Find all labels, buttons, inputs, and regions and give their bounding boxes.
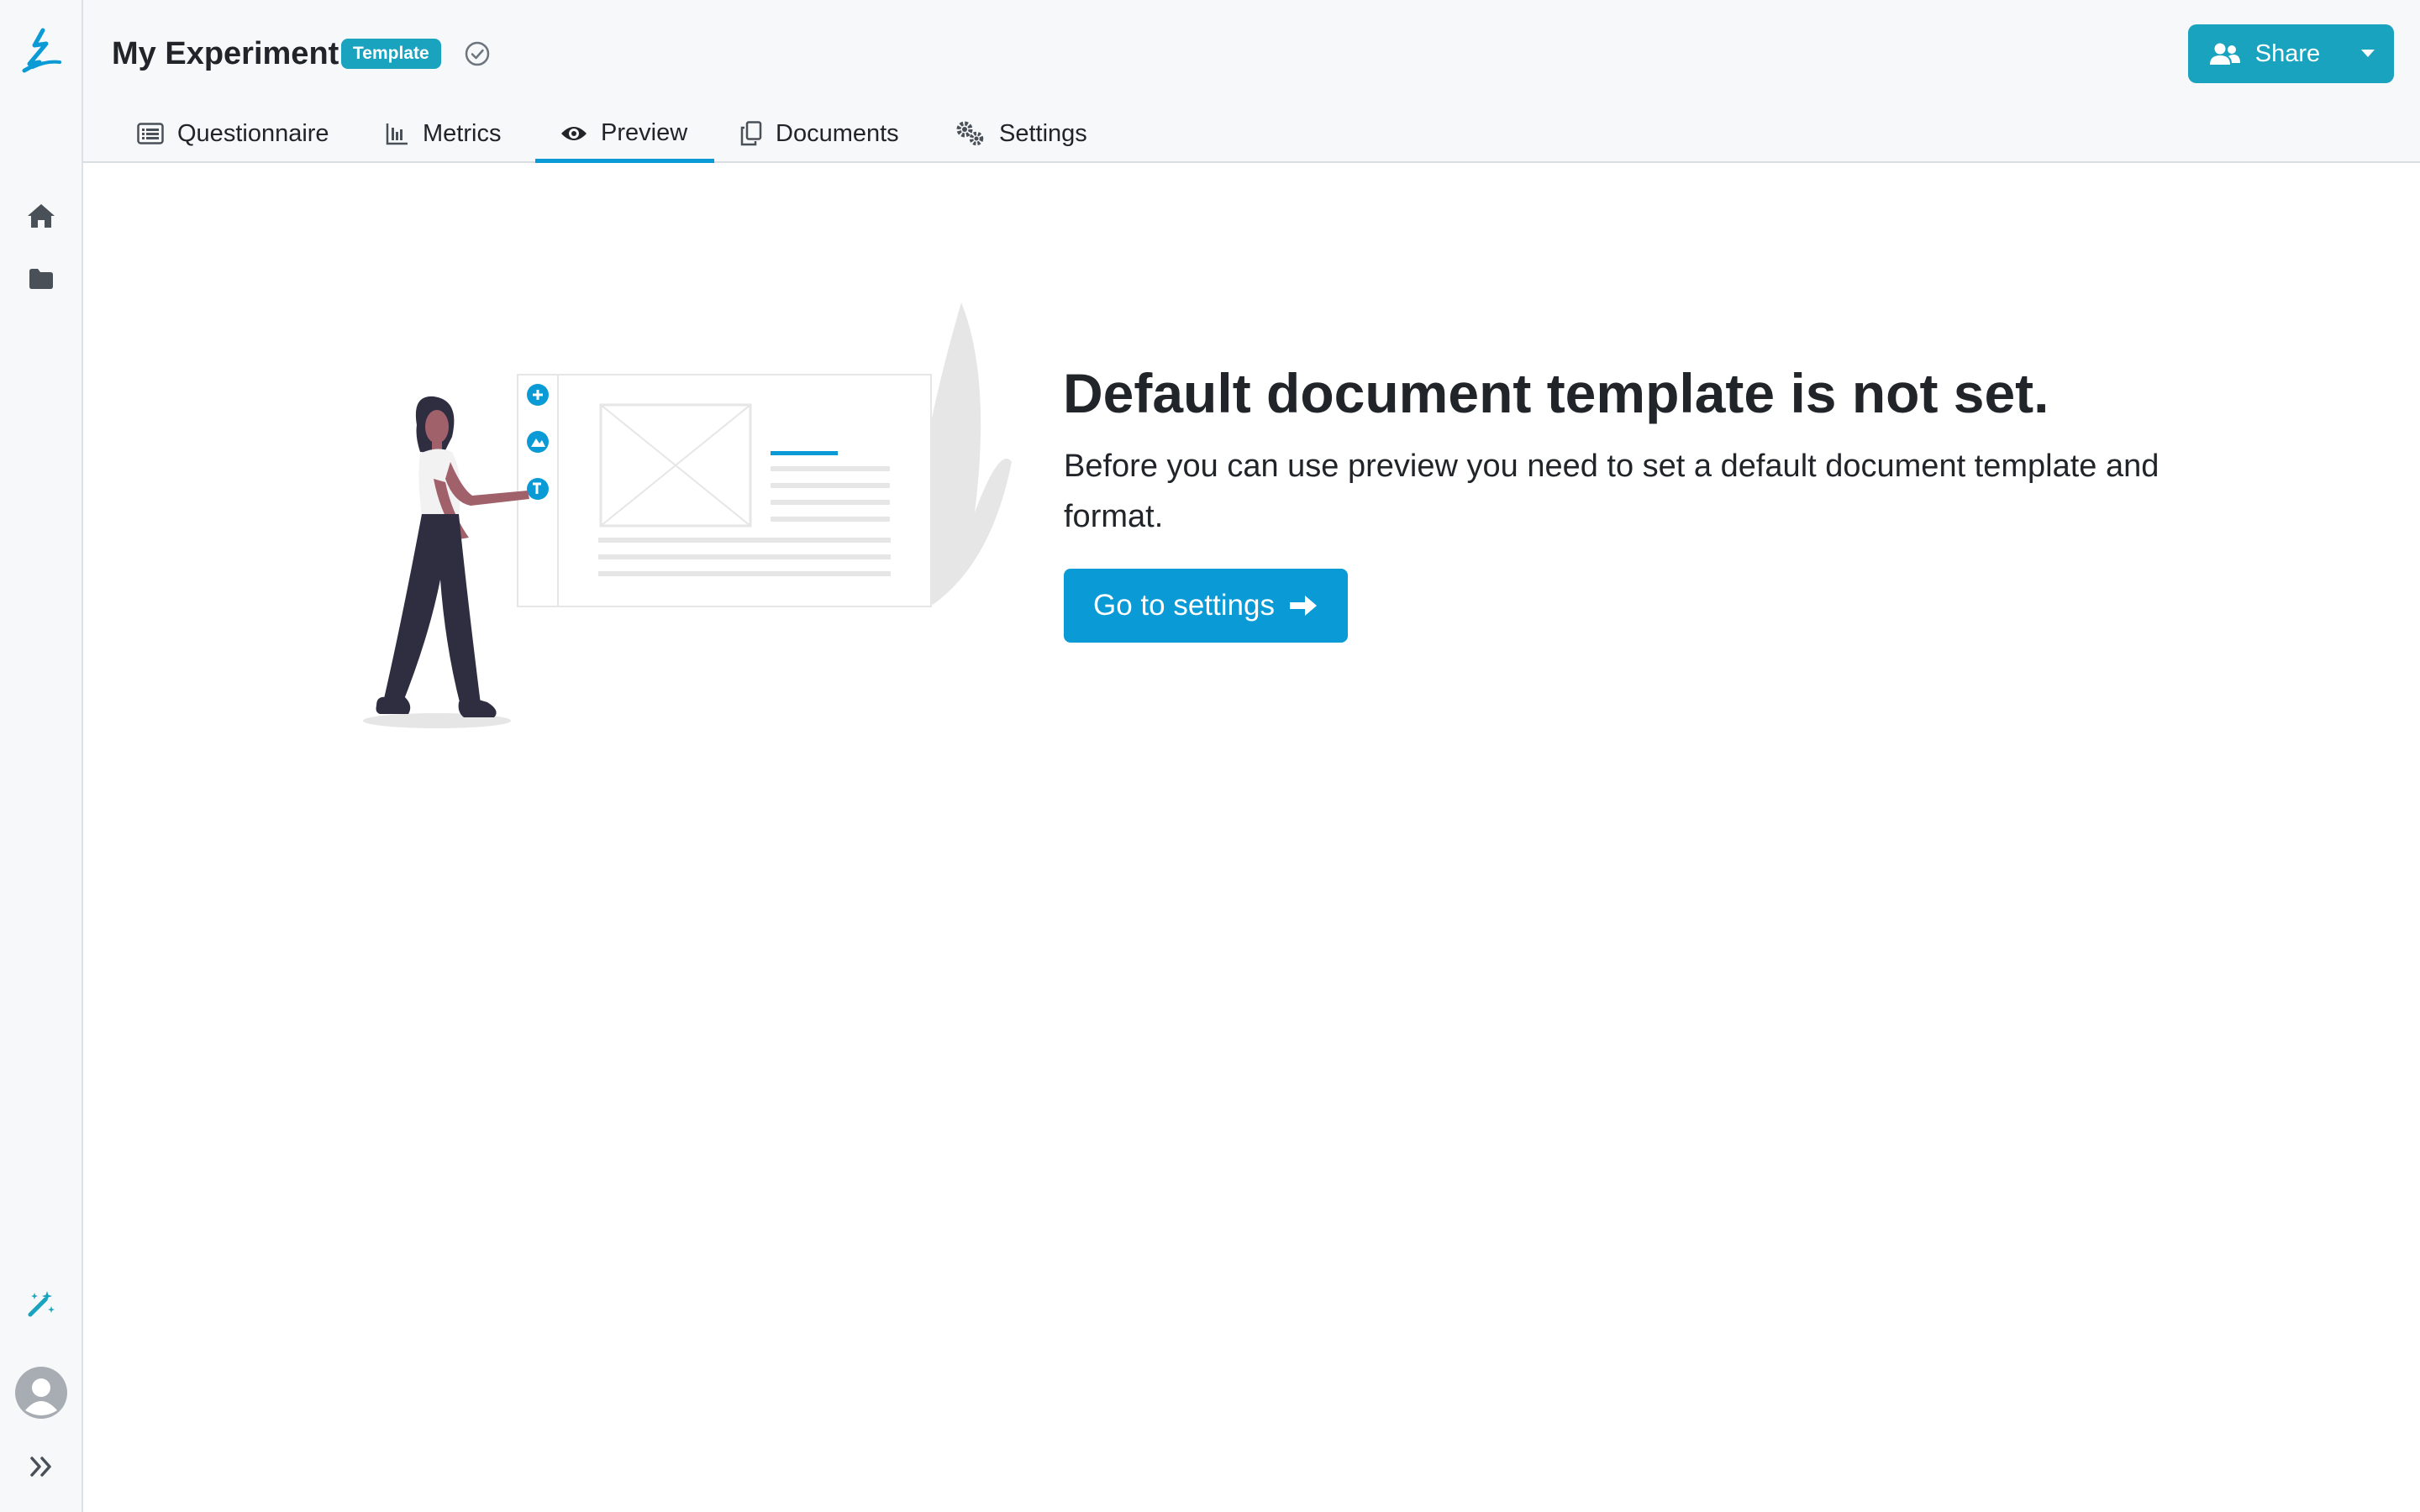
empty-state-illustration — [363, 302, 1012, 728]
list-alt-icon — [137, 123, 164, 144]
home-icon — [27, 204, 55, 228]
left-rail — [0, 0, 83, 1512]
empty-state-message: Before you can use preview you need to s… — [1064, 449, 2160, 534]
project-header: My Experiment Template Share Questionnai… — [83, 0, 2420, 163]
go-to-settings-label: Go to settings — [1093, 589, 1275, 622]
tab-documents[interactable]: Documents — [740, 108, 899, 163]
users-icon — [2209, 43, 2240, 65]
tab-settings[interactable]: Settings — [955, 108, 1087, 163]
tab-preview[interactable]: Preview — [535, 108, 714, 163]
ai-assistant-button[interactable] — [0, 1274, 82, 1333]
project-tabs: Questionnaire Metrics Preview Documents … — [83, 108, 1260, 163]
user-avatar-button[interactable] — [0, 1363, 82, 1422]
logo-icon — [22, 28, 61, 73]
app-logo[interactable] — [0, 21, 82, 80]
arrow-right-icon — [1289, 596, 1317, 616]
chart-icon — [386, 123, 408, 145]
cogs-icon — [956, 121, 984, 146]
expand-sidebar-button[interactable] — [0, 1437, 82, 1496]
go-to-settings-button[interactable]: Go to settings — [1064, 569, 1348, 643]
project-title: My Experiment — [112, 36, 339, 71]
tab-questionnaire[interactable]: Questionnaire — [137, 108, 329, 163]
tab-label: Settings — [999, 119, 1087, 147]
share-button[interactable]: Share — [2188, 24, 2342, 83]
tab-label: Questionnaire — [177, 119, 329, 147]
home-nav[interactable] — [0, 186, 82, 245]
empty-state-heading: Default document template is not set. — [1063, 362, 2049, 424]
magic-wand-icon — [28, 1291, 55, 1317]
tab-label: Documents — [776, 119, 899, 147]
tab-metrics[interactable]: Metrics — [386, 108, 501, 163]
folder-icon — [29, 269, 53, 289]
avatar — [14, 1367, 67, 1419]
projects-nav[interactable] — [0, 249, 82, 308]
copy-icon — [740, 121, 762, 146]
tab-label: Metrics — [423, 119, 502, 147]
check-circle-icon[interactable] — [464, 40, 491, 67]
share-button-group: Share — [2188, 24, 2394, 83]
tab-label: Preview — [601, 119, 688, 146]
template-badge: Template — [341, 39, 441, 69]
share-label: Share — [2254, 39, 2321, 67]
expand-icon — [29, 1457, 51, 1477]
caret-down-icon — [2361, 50, 2375, 57]
share-dropdown-toggle[interactable] — [2342, 24, 2394, 83]
eye-icon — [561, 126, 587, 140]
